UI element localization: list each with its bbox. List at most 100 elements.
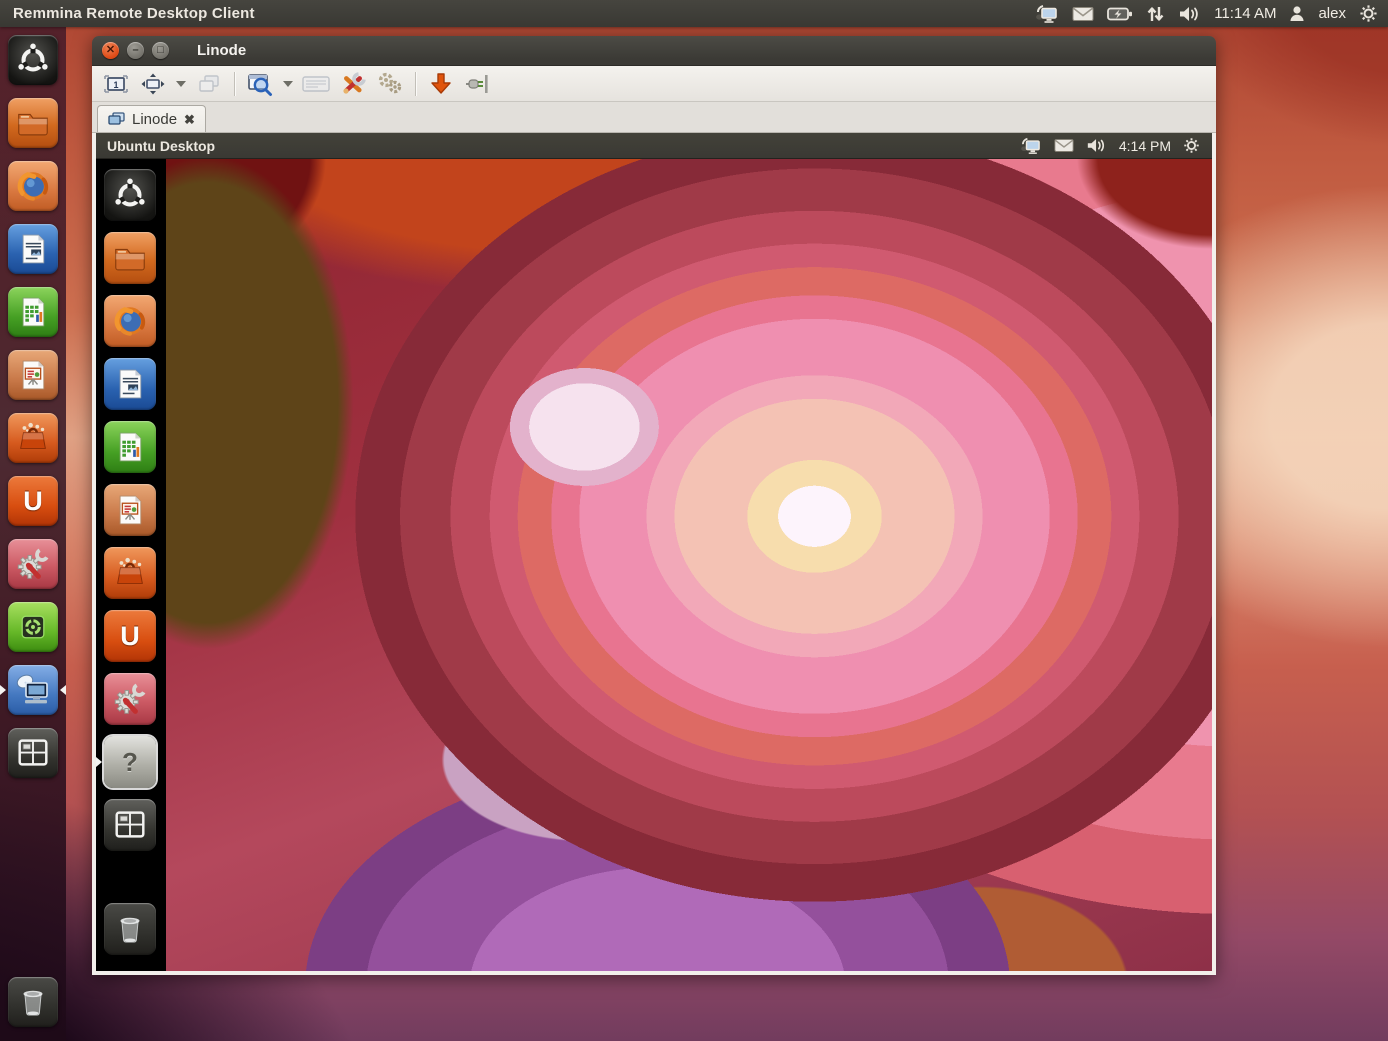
ubuntu-one-icon: U [104,610,156,662]
remote-desktop-body: U? [96,159,1212,971]
tab-linode[interactable]: Linode ✖ [97,105,206,132]
launcher-item-remmina[interactable] [0,665,66,715]
launcher-item-trash[interactable] [96,903,166,955]
firefox-icon [8,161,58,211]
settings-icon [104,673,156,725]
running-indicator [0,685,6,695]
remote-panel-title: Ubuntu Desktop [107,138,215,154]
ubuntu-dash-icon [8,35,58,85]
launcher-item-firefox[interactable] [96,295,166,347]
session-gear-icon[interactable] [1183,137,1200,154]
launcher-item-workspace[interactable] [0,728,66,778]
settings-icon [8,539,58,589]
files-icon [104,232,156,284]
launcher-item-calc[interactable] [96,421,166,473]
launcher-item-firefox[interactable] [0,161,66,211]
update-manager-icon [8,602,58,652]
volume-indicator-icon[interactable] [1086,137,1107,154]
disconnect-plug-button[interactable] [462,70,494,98]
launcher-item-ubuntu-dash[interactable] [0,35,66,85]
host-unity-launcher: U [0,27,66,1041]
launcher-item-writer[interactable] [0,224,66,274]
ubuntu-dash-icon [104,169,156,221]
remmina-icon [8,665,58,715]
launcher-item-ubuntu-one[interactable]: U [0,476,66,526]
workspace-icon [8,728,58,778]
workspace-icon [104,799,156,851]
remote-desktop-indicator-icon[interactable] [1035,4,1059,24]
tools-gears-button[interactable] [374,70,406,98]
focused-indicator [60,685,66,695]
writer-icon [104,358,156,410]
ubuntu-one-icon: U [8,476,58,526]
window-title: Linode [197,42,246,59]
writer-icon [8,224,58,274]
mail-indicator-icon[interactable] [1054,138,1074,153]
scaled-mode-button[interactable] [244,70,276,98]
calc-icon [104,421,156,473]
remote-unity-launcher: U? [96,159,166,971]
launcher-item-software-center[interactable] [96,547,166,599]
launcher-item-files[interactable] [96,232,166,284]
remote-tray: 4:14 PM [1020,137,1200,155]
preferences-button[interactable] [337,70,369,98]
svg-text:1: 1 [113,80,118,90]
network-arrows-icon[interactable] [1146,5,1165,23]
files-icon [8,98,58,148]
launcher-item-impress[interactable] [0,350,66,400]
tab-label: Linode [132,111,177,128]
host-tray: 11:14 AM alex [1035,4,1378,24]
fullscreen-button[interactable] [137,70,169,98]
window-buttons: ✕ – □ [102,42,169,59]
maximize-window-button[interactable]: □ [152,42,169,59]
launcher-item-impress[interactable] [96,484,166,536]
remote-wallpaper[interactable] [166,159,1212,971]
minimize-arrow-button[interactable] [425,70,457,98]
toolbar-separator [415,72,416,96]
fullscreen-dropdown-button[interactable] [174,70,188,98]
launcher-item-files[interactable] [0,98,66,148]
close-window-button[interactable]: ✕ [102,42,119,59]
username-label[interactable]: alex [1318,5,1346,22]
grab-keyboard-button[interactable] [300,70,332,98]
impress-icon [104,484,156,536]
firefox-icon [104,295,156,347]
session-gear-icon[interactable] [1359,4,1378,23]
host-clock[interactable]: 11:14 AM [1214,5,1276,22]
scaled-dropdown-button[interactable] [281,70,295,98]
tab-bar: Linode ✖ [92,102,1216,133]
launcher-item-workspace[interactable] [96,799,166,851]
launcher-item-ubuntu-one[interactable]: U [96,610,166,662]
tab-close-icon[interactable]: ✖ [184,113,195,126]
toolbar-separator [234,72,235,96]
launcher-item-calc[interactable] [0,287,66,337]
impress-icon [8,350,58,400]
help-window-icon: ? [104,736,156,788]
launcher-item-trash[interactable] [0,977,66,1027]
launcher-item-settings[interactable] [96,673,166,725]
launcher-item-ubuntu-dash[interactable] [96,169,166,221]
minimize-window-button[interactable]: – [127,42,144,59]
launcher-item-update-manager[interactable] [0,602,66,652]
remote-desktop-indicator-icon[interactable] [1020,137,1042,155]
mail-indicator-icon[interactable] [1072,6,1094,22]
volume-indicator-icon[interactable] [1178,5,1201,23]
launcher-item-settings[interactable] [0,539,66,589]
fit-window-button[interactable]: 1 [100,70,132,98]
window-titlebar[interactable]: ✕ – □ Linode [92,36,1216,66]
launcher-item-writer[interactable] [96,358,166,410]
tab-monitor-icon [108,112,125,126]
calc-icon [8,287,58,337]
battery-indicator-icon[interactable] [1107,6,1133,22]
user-icon[interactable] [1289,5,1305,22]
remote-viewport: Ubuntu Desktop 4:14 PM U? [92,133,1216,975]
remmina-toolbar: 1 [92,66,1216,102]
switch-tabs-button[interactable] [193,70,225,98]
trash-icon [104,903,156,955]
remote-clock[interactable]: 4:14 PM [1119,138,1171,154]
software-center-icon [8,413,58,463]
launcher-item-help-window[interactable]: ? [96,736,166,788]
software-center-icon [104,547,156,599]
remmina-window: ✕ – □ Linode 1 [92,36,1216,975]
launcher-item-software-center[interactable] [0,413,66,463]
